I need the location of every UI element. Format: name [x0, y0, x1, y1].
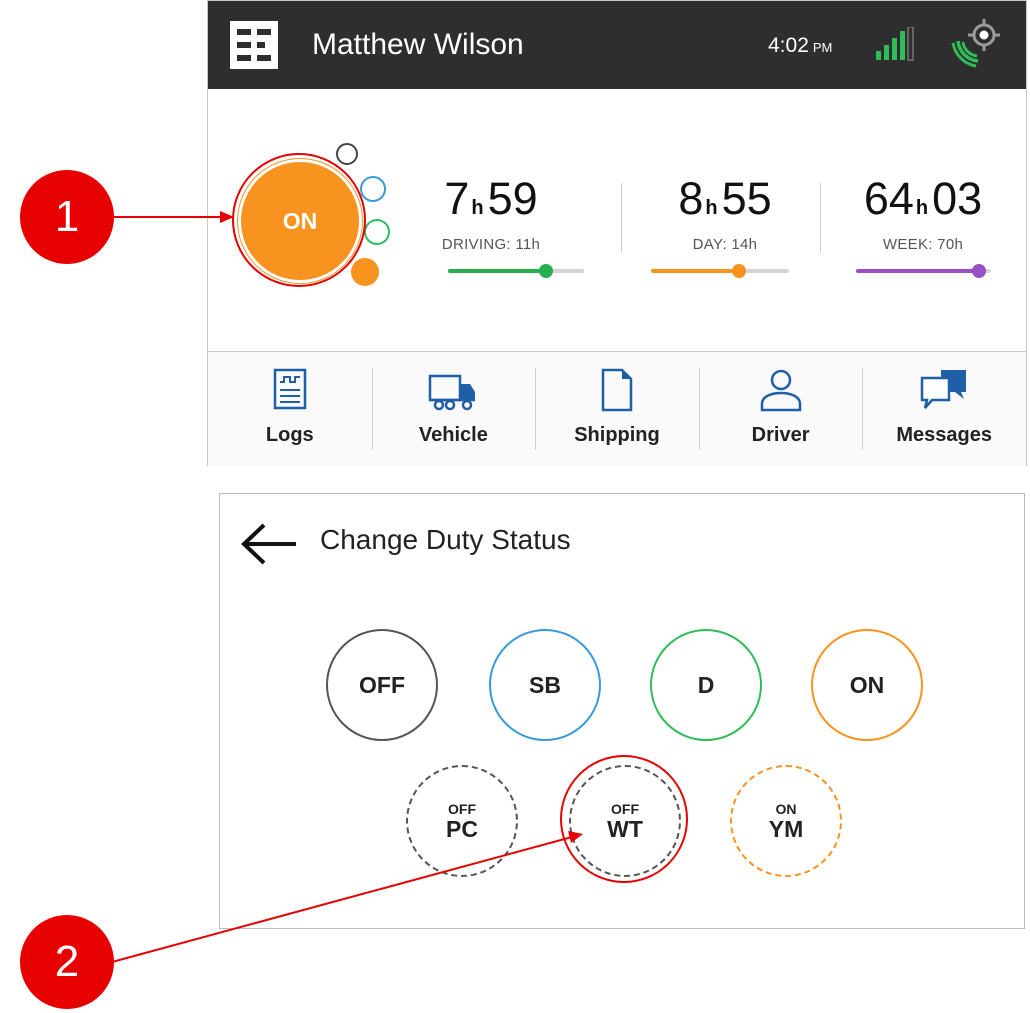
current-duty-status-label: ON	[282, 207, 318, 234]
signal-strength-icon	[876, 27, 914, 61]
clock-minutes: 59	[487, 173, 538, 224]
duty-on-ym-button[interactable]: ON YM	[730, 765, 842, 877]
nav-shipping[interactable]: Shipping	[535, 352, 699, 467]
duty-off-button[interactable]: OFF	[326, 629, 438, 741]
nav-label: Shipping	[574, 424, 660, 446]
week-clock: 64 h03 WEEK: 70h	[838, 173, 1008, 253]
duty-sub-label: OFF	[448, 800, 476, 817]
duty-label: D	[697, 671, 715, 698]
logs-icon	[273, 368, 307, 410]
duty-sb-button[interactable]: SB	[489, 629, 601, 741]
nav-label: Vehicle	[418, 424, 488, 446]
clock-time: 4:02	[768, 34, 809, 57]
duty-sub-label: ON	[775, 800, 797, 817]
week-progress-bar	[856, 264, 991, 278]
duty-on-button[interactable]: ON	[811, 629, 923, 741]
app-header: Matthew Wilson 4:02 PM	[208, 1, 1026, 89]
clock-label: DRIVING: 11h	[441, 236, 541, 253]
hours-unit: h	[915, 197, 929, 219]
driving-clock: 7 h59 DRIVING: 11h	[406, 173, 576, 253]
hours-unit: h	[471, 197, 484, 219]
nav-vehicle[interactable]: Vehicle	[371, 352, 536, 467]
nav-label: Logs	[265, 424, 314, 446]
driving-progress-bar	[448, 264, 584, 278]
clock-hours: 7	[444, 173, 470, 224]
duty-off-pc-button[interactable]: OFF PC	[406, 765, 518, 877]
back-arrow-icon[interactable]	[240, 522, 300, 566]
change-duty-status-panel: Change Duty Status OFF SB D ON OFF PC OF…	[219, 493, 1025, 929]
duty-sub-label: OFF	[611, 800, 639, 817]
duty-d-button[interactable]: D	[650, 629, 762, 741]
clock-ampm: PM	[812, 40, 833, 55]
clock-hours: 8	[678, 173, 704, 224]
clock-label: WEEK: 70h	[882, 236, 964, 253]
day-progress-bar	[651, 264, 789, 278]
current-duty-status-button[interactable]: ON	[238, 159, 362, 283]
duty-label: WT	[607, 815, 643, 842]
status-bubble-d[interactable]	[364, 219, 390, 245]
chat-icon	[920, 370, 967, 409]
duty-label: YM	[768, 815, 804, 842]
nav-logs[interactable]: Logs	[208, 352, 372, 467]
driver-dashboard: Matthew Wilson 4:02 PM ON 7 h59 DRIVING:…	[207, 0, 1027, 467]
person-icon	[760, 369, 801, 412]
nav-label: Messages	[896, 424, 992, 446]
clock-hours: 64	[863, 173, 914, 224]
duty-label: OFF	[359, 671, 405, 698]
hours-unit: h	[705, 197, 718, 219]
progress-knob	[538, 264, 553, 278]
nav-driver[interactable]: Driver	[698, 352, 863, 467]
duty-label: SB	[529, 671, 561, 698]
clock-label: DAY: 14h	[692, 236, 758, 253]
callout-marker-1: 1	[20, 170, 114, 264]
divider	[621, 183, 622, 253]
nav-messages[interactable]: Messages	[862, 352, 1026, 467]
gps-location-icon	[951, 19, 1000, 68]
header-clock: 4:02 PM	[768, 31, 832, 63]
status-bubble-off[interactable]	[336, 143, 358, 165]
clock-minutes: 55	[721, 173, 772, 224]
progress-knob	[732, 264, 747, 278]
status-bubble-sb[interactable]	[360, 176, 386, 202]
callout-marker-2: 2	[20, 915, 114, 1009]
clock-minutes: 03	[932, 173, 983, 224]
truck-icon	[429, 374, 476, 411]
divider	[820, 183, 821, 253]
duty-label: ON	[849, 671, 885, 698]
driver-name: Matthew Wilson	[312, 28, 524, 61]
nav-label: Driver	[751, 424, 810, 446]
progress-knob	[971, 264, 986, 278]
day-clock: 8 h55 DAY: 14h	[640, 173, 810, 253]
bottom-nav: Logs Vehicle Shipping Driver Messages	[208, 351, 1026, 467]
app-logo-icon	[230, 21, 278, 69]
document-icon	[601, 368, 633, 412]
duty-off-wt-button[interactable]: OFF WT	[569, 765, 681, 877]
duty-label: PC	[446, 815, 478, 842]
status-bubble-on[interactable]	[351, 258, 379, 286]
panel-title: Change Duty Status	[320, 524, 571, 555]
